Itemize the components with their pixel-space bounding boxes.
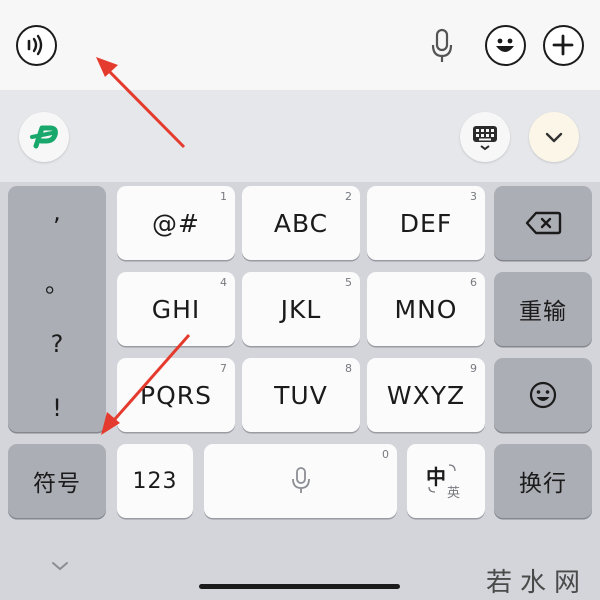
key-label: DEF [399,208,453,238]
key-pqrs[interactable]: PQRS 7 [117,358,235,432]
backspace-key[interactable] [494,186,592,260]
number-key[interactable]: 123 [117,444,193,518]
chevron-down-icon [545,132,563,143]
emoji-key[interactable] [494,358,592,432]
language-switch-key[interactable]: 中 英 [407,444,485,518]
punct-key-question[interactable]: ? [8,330,106,358]
emoji-icon [496,38,514,52]
key-number: 5 [345,276,352,289]
add-button[interactable] [543,25,584,66]
sound-wave-icon [27,34,43,56]
key-tuv[interactable]: TUV 8 [242,358,360,432]
key-label: ABC [273,208,329,238]
keyboard-switch-button[interactable] [460,112,510,162]
home-indicator [199,584,400,589]
key-abc[interactable]: ABC 2 [242,186,360,260]
enter-key-label: 换行 [519,471,567,497]
key-label: JKL [280,294,322,324]
key-number: 1 [220,190,227,203]
punct-key-exclaim[interactable]: ! [8,394,106,422]
backspace-icon [525,211,562,235]
key-label: @# [152,208,200,238]
key-def[interactable]: DEF 3 [367,186,485,260]
key-jkl[interactable]: JKL 5 [242,272,360,346]
key-number: 7 [220,362,227,375]
keyboard-switch-icon [473,126,497,151]
key-number: 9 [470,362,477,375]
brand-logo-icon [30,125,58,149]
collapse-keyboard-button[interactable] [529,112,579,162]
reenter-label: 重输 [519,299,567,325]
smiley-icon [529,381,557,409]
reenter-key[interactable]: 重输 [494,272,592,346]
key-mno[interactable]: MNO 6 [367,272,485,346]
key-number: 2 [345,190,352,203]
chevron-down-icon[interactable] [45,556,75,576]
punct-key-comma[interactable]: , [8,198,106,226]
key-number: 4 [220,276,227,289]
key-number: 6 [470,276,477,289]
enter-key[interactable]: 换行 [494,444,592,518]
key-ghi[interactable]: GHI 4 [117,272,235,346]
key-number: 8 [345,362,352,375]
plus-icon [552,34,574,56]
number-key-label: 123 [132,468,178,494]
watermark: 若水网 [486,568,589,598]
brand-logo-button[interactable] [19,112,69,162]
switch-arrows-icon [428,464,456,493]
key-label: PQRS [140,380,212,410]
microphone-icon [291,467,310,493]
input-bar [0,0,600,90]
symbol-key[interactable]: 符号 [8,444,106,518]
microphone-icon[interactable] [427,26,457,66]
key-wxyz[interactable]: WXYZ 9 [367,358,485,432]
key-number: 3 [470,190,477,203]
punctuation-column: , 。 ? ! [8,186,106,432]
voice-broadcast-button[interactable] [16,25,57,66]
key-at-hash[interactable]: @# 1 [117,186,235,260]
key-label: GHI [151,294,201,324]
key-label: TUV [274,380,328,410]
keyboard-toolbar [0,90,600,182]
key-label: WXYZ [386,380,466,410]
emoji-button[interactable] [485,25,526,66]
key-label: MNO [394,294,458,324]
punct-key-period[interactable]: 。 [8,264,106,299]
space-key[interactable]: 0 [204,444,397,518]
symbol-key-label: 符号 [33,471,81,497]
key-number: 0 [382,448,389,461]
